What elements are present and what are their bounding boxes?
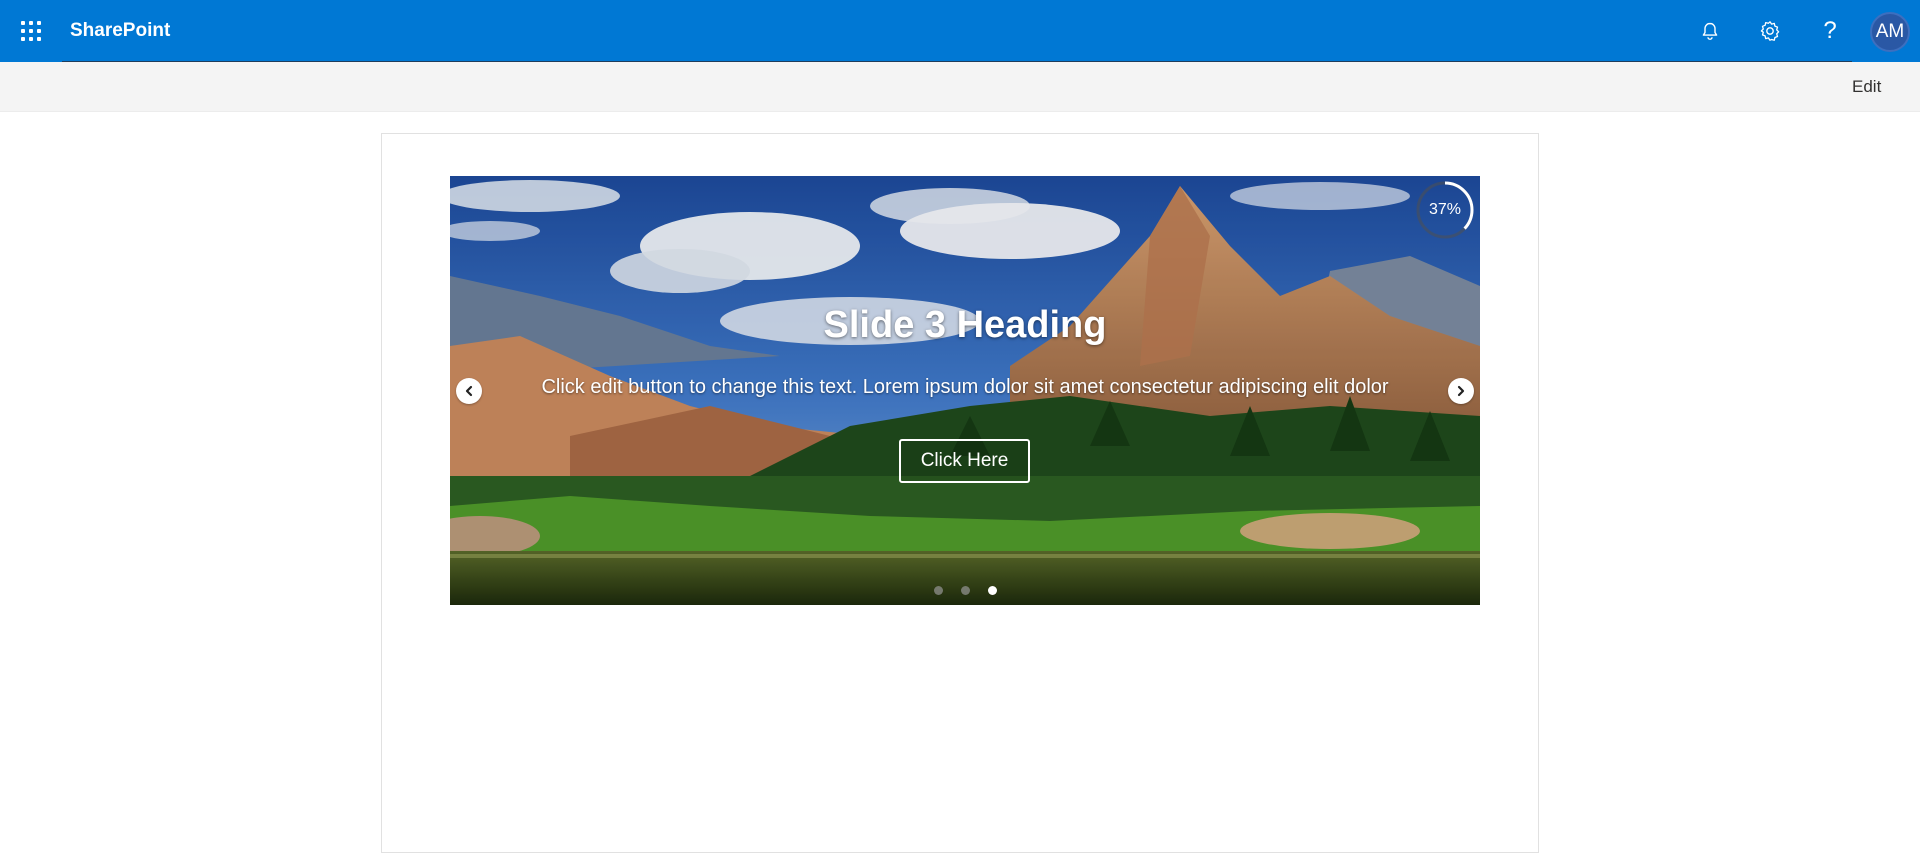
slide-cta-button[interactable]: Click Here bbox=[899, 439, 1030, 483]
chevron-right-icon bbox=[1457, 385, 1465, 397]
autoplay-progress-indicator: 37% bbox=[1415, 180, 1475, 240]
slide-description: Click edit button to change this text. L… bbox=[541, 376, 1389, 398]
progress-label: 37% bbox=[1428, 201, 1462, 218]
notifications-button[interactable] bbox=[1680, 0, 1740, 62]
app-launcher-button[interactable] bbox=[0, 0, 62, 62]
slide-heading: Slide 3 Heading bbox=[823, 304, 1107, 346]
command-bar bbox=[0, 62, 1920, 112]
settings-button[interactable] bbox=[1740, 0, 1800, 62]
help-icon: ? bbox=[1823, 17, 1837, 44]
chevron-left-icon bbox=[465, 385, 473, 397]
edit-button[interactable]: Edit bbox=[1852, 62, 1881, 112]
slide-indicator-dot[interactable] bbox=[987, 586, 997, 595]
next-slide-button[interactable] bbox=[1448, 378, 1474, 404]
slide-indicator-dot[interactable] bbox=[933, 586, 943, 595]
gear-icon bbox=[1760, 21, 1780, 41]
help-button[interactable]: ? bbox=[1800, 0, 1860, 62]
previous-slide-button[interactable] bbox=[456, 378, 482, 404]
waffle-icon bbox=[21, 21, 41, 41]
slide-indicator-dot[interactable] bbox=[960, 586, 970, 595]
image-carousel: 37% Slide 3 Heading Click edit button to… bbox=[450, 176, 1480, 605]
suite-bar: SharePoint ? AM bbox=[0, 0, 1920, 62]
slide-indicators bbox=[450, 586, 1480, 595]
avatar[interactable]: AM bbox=[1870, 12, 1910, 52]
bell-icon bbox=[1702, 22, 1718, 40]
app-name[interactable]: SharePoint bbox=[70, 0, 170, 62]
